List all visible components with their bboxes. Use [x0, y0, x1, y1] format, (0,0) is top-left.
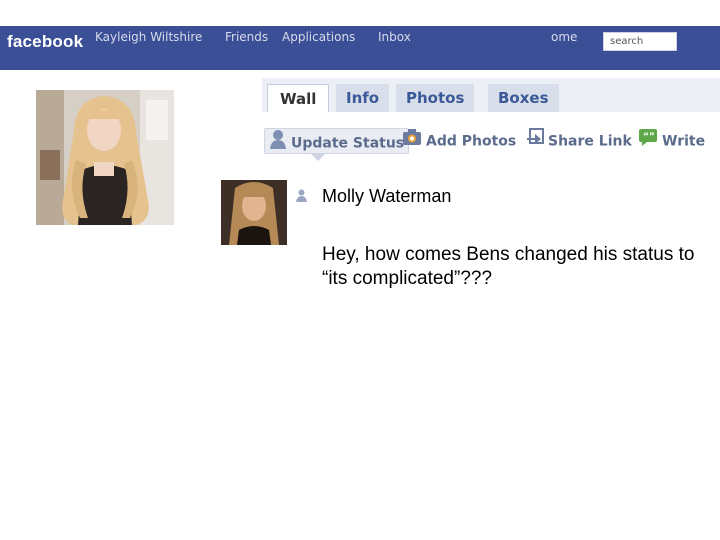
active-action-pointer: [311, 154, 325, 161]
facebook-logo[interactable]: facebook: [7, 32, 83, 52]
person-icon: [269, 129, 287, 158]
top-navigation-bar: facebook Kayleigh Wiltshire Friends Appl…: [0, 26, 720, 70]
profile-photo-image: [36, 90, 174, 225]
profile-tabs: Wall Info Photos Boxes: [262, 78, 720, 112]
nav-home[interactable]: ome: [551, 30, 577, 44]
tab-boxes[interactable]: Boxes: [488, 84, 559, 112]
add-photos-label: Add Photos: [426, 133, 517, 150]
publisher-actions: Update Status Add Photos Share Link “” W…: [262, 124, 720, 158]
author-photo-image: [221, 180, 287, 245]
camera-icon: [402, 128, 422, 155]
update-status-button[interactable]: Update Status: [264, 128, 410, 154]
tab-info[interactable]: Info: [336, 84, 390, 112]
tab-photos[interactable]: Photos: [396, 84, 475, 112]
profile-icon: [296, 189, 307, 202]
write-button[interactable]: “” Write: [638, 128, 705, 154]
update-status-label: Update Status: [291, 135, 405, 152]
post-author-avatar[interactable]: [221, 180, 287, 245]
search-input[interactable]: search: [603, 32, 677, 51]
post-author-name[interactable]: Molly Waterman: [322, 186, 451, 207]
share-link-icon: [526, 128, 544, 155]
add-photos-button[interactable]: Add Photos: [402, 128, 516, 154]
write-label: Write: [662, 133, 706, 150]
note-icon: “”: [638, 128, 658, 155]
nav-inbox[interactable]: Inbox: [378, 30, 411, 44]
share-link-label: Share Link: [548, 133, 632, 150]
post-message: Hey, how comes Bens changed his status t…: [322, 244, 695, 289]
nav-profile-name[interactable]: Kayleigh Wiltshire: [95, 30, 202, 44]
nav-applications[interactable]: Applications: [282, 30, 355, 44]
svg-text:“”: “”: [643, 132, 655, 142]
tab-wall[interactable]: Wall: [267, 84, 330, 112]
profile-picture[interactable]: [36, 90, 174, 225]
nav-friends[interactable]: Friends: [225, 30, 268, 44]
share-link-button[interactable]: Share Link: [526, 128, 632, 154]
